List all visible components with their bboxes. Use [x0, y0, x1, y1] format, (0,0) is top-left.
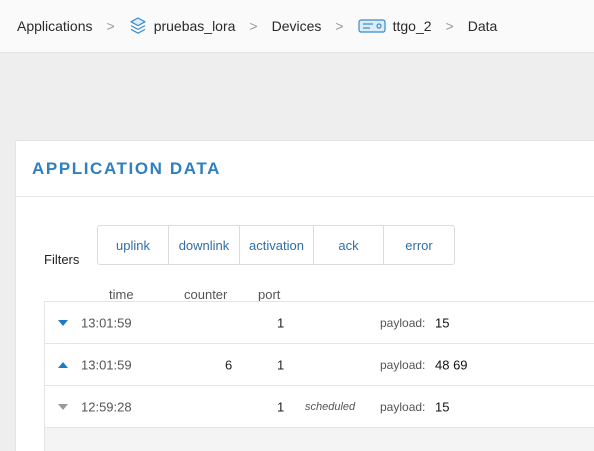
filter-downlink[interactable]: downlink — [169, 226, 240, 264]
row-payload: 15 — [435, 315, 450, 330]
arrow-up-shape — [58, 361, 68, 368]
arrow-down-icon — [58, 403, 68, 410]
breadcrumb-application-label: pruebas_lora — [153, 18, 236, 34]
row-payload-label: payload: — [380, 315, 426, 330]
row-time: 13:01:59 — [81, 357, 132, 372]
breadcrumb-separator: > — [335, 18, 344, 34]
row-port: 1 — [277, 315, 285, 330]
data-table: 13:01:59 1 payload: 15 13:01:59 6 1 payl… — [44, 301, 594, 451]
card-header: APPLICATION DATA — [16, 141, 594, 197]
table-row[interactable]: 12:59:28 1 scheduled payload: 15 — [45, 386, 594, 428]
application-data-card: APPLICATION DATA Filters uplink downlink… — [15, 140, 594, 451]
breadcrumb-devices[interactable]: Devices — [272, 18, 322, 34]
filter-activation[interactable]: activation — [240, 226, 314, 264]
arrow-down-shape — [58, 319, 68, 326]
row-time: 13:01:59 — [81, 315, 132, 330]
row-port: 1 — [277, 399, 285, 414]
filter-group: uplink downlink activation ack error — [97, 225, 455, 265]
table-row[interactable]: 13:01:59 1 payload: 15 — [45, 302, 594, 344]
row-time: 12:59:28 — [81, 399, 132, 414]
breadcrumb-data: Data — [467, 18, 498, 34]
breadcrumb-application[interactable]: pruebas_lora — [129, 17, 236, 35]
breadcrumb: Applications > pruebas_lora > Devices > … — [0, 0, 594, 53]
arrow-down-icon — [58, 319, 68, 326]
filter-uplink[interactable]: uplink — [98, 226, 169, 264]
breadcrumb-separator: > — [445, 18, 454, 34]
card-title: APPLICATION DATA — [32, 158, 221, 178]
arrow-down-shape — [58, 403, 68, 410]
row-payload: 48 69 — [435, 357, 468, 372]
breadcrumb-separator: > — [106, 18, 115, 34]
breadcrumb-device-label: ttgo_2 — [392, 18, 432, 34]
breadcrumb-applications[interactable]: Applications — [17, 18, 93, 34]
row-note: scheduled — [305, 400, 356, 413]
table-row[interactable]: 13:01:59 6 1 payload: 48 69 — [45, 344, 594, 386]
device-board-icon — [357, 18, 386, 34]
filter-ack[interactable]: ack — [314, 226, 384, 264]
column-header-time: time — [109, 287, 134, 302]
filter-error[interactable]: error — [384, 226, 454, 264]
row-port: 1 — [277, 357, 285, 372]
row-counter: 6 — [225, 357, 233, 372]
row-payload-label: payload: — [380, 357, 426, 372]
filters-label: Filters — [44, 252, 80, 267]
row-payload: 15 — [435, 399, 450, 414]
layers-icon — [129, 17, 147, 35]
arrow-up-icon — [58, 361, 68, 368]
column-header-port: port — [258, 287, 281, 302]
breadcrumb-separator: > — [249, 18, 258, 34]
column-header-counter: counter — [184, 287, 228, 302]
breadcrumb-device[interactable]: ttgo_2 — [357, 18, 432, 34]
row-payload-label: payload: — [380, 399, 426, 414]
